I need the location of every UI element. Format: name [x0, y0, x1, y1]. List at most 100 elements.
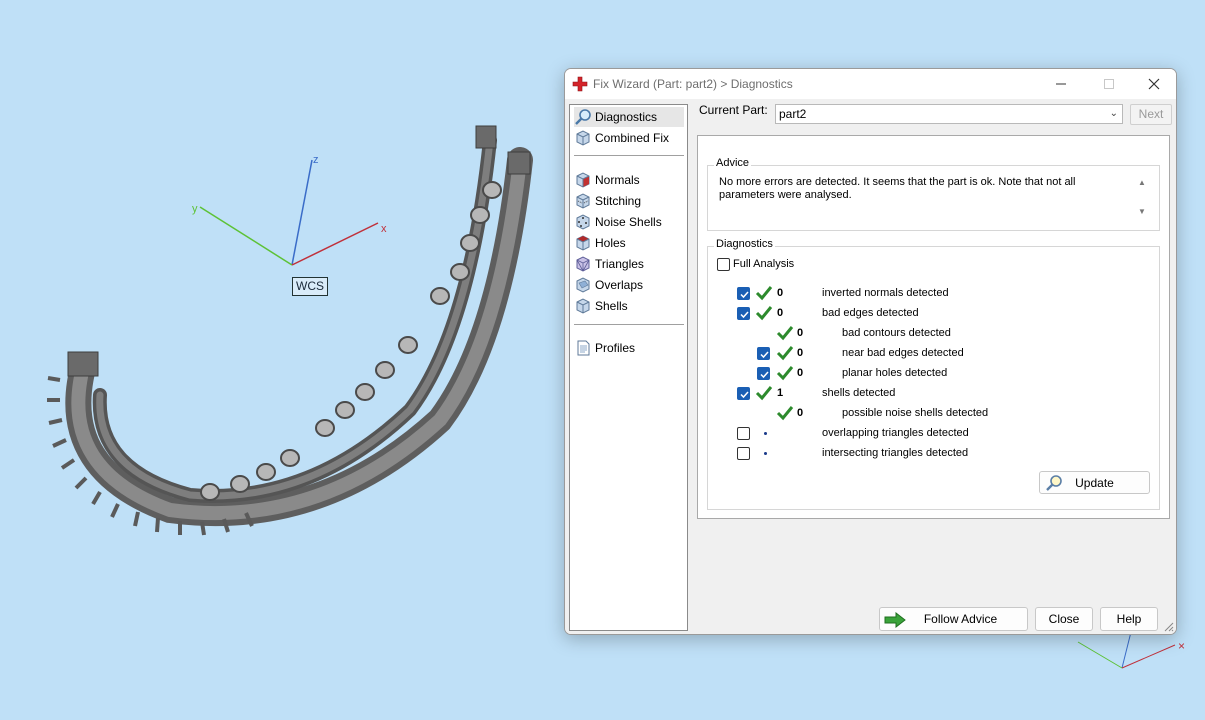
- cube-icon: [576, 130, 590, 146]
- normals-cube-icon: [576, 172, 590, 188]
- document-icon: [577, 340, 590, 356]
- holes-cube-icon: [576, 235, 590, 251]
- current-part-label: Current Part:: [699, 103, 768, 117]
- chevron-down-icon: ⌄: [1109, 108, 1118, 119]
- shells-checkbox[interactable]: [737, 387, 750, 400]
- shells-label: shells detected: [822, 387, 896, 399]
- bullet-icon: [764, 452, 767, 455]
- overlapping-triangles-label: overlapping triangles detected: [822, 427, 969, 439]
- close-window-button[interactable]: [1139, 73, 1169, 95]
- nav-item-noise-shells[interactable]: Noise Shells: [574, 212, 684, 232]
- intersecting-triangles-checkbox[interactable]: [737, 447, 750, 460]
- close-icon: [1148, 78, 1160, 90]
- check-icon: [755, 306, 773, 321]
- z-axis-line: [291, 159, 313, 266]
- full-analysis-checkbox[interactable]: [717, 258, 730, 271]
- nav-item-diagnostics[interactable]: Diagnostics: [574, 107, 684, 127]
- nav-label: Triangles: [595, 257, 644, 271]
- bullet-icon: [764, 432, 767, 435]
- magnifier-icon: [575, 109, 591, 125]
- near-bad-edges-label: near bad edges detected: [842, 347, 964, 359]
- overlaps-cube-icon: [576, 277, 590, 293]
- shells-cube-icon: [576, 298, 590, 314]
- noise-shells-count: 0: [797, 407, 804, 419]
- x-axis-label: x: [381, 223, 387, 235]
- noise-shells-label: possible noise shells detected: [842, 407, 989, 419]
- near-bad-edges-checkbox[interactable]: [757, 347, 770, 360]
- scroll-down-icon[interactable]: ▼: [1138, 207, 1146, 216]
- bad-edges-count: 0: [777, 307, 784, 319]
- bad-contours-count: 0: [797, 327, 804, 339]
- x-axis-line: [291, 222, 379, 266]
- nav-label: Shells: [595, 299, 628, 313]
- nav-label: Combined Fix: [595, 131, 670, 145]
- update-label: Update: [1075, 475, 1114, 490]
- minimize-icon: [1056, 83, 1066, 85]
- advice-text: No more errors are detected. It seems th…: [719, 176, 1076, 201]
- y-axis-line: [199, 206, 293, 266]
- red-cross-icon: [572, 76, 588, 92]
- nav-label: Holes: [595, 236, 626, 250]
- nav-item-combined-fix[interactable]: Combined Fix: [574, 128, 684, 148]
- client-area: Diagnostics Combined Fix Normals Stitchi…: [565, 99, 1176, 634]
- nav-label: Overlaps: [595, 278, 644, 292]
- minimize-button[interactable]: [1046, 73, 1076, 95]
- stitching-cube-icon: [576, 193, 590, 209]
- maximize-button[interactable]: [1094, 73, 1124, 95]
- nav-label: Noise Shells: [595, 215, 662, 229]
- fix-wizard-window: Fix Wizard (Part: part2) > Diagnostics D…: [564, 68, 1177, 635]
- nav-item-triangles[interactable]: Triangles: [574, 254, 684, 274]
- intersecting-triangles-label: intersecting triangles detected: [822, 447, 969, 459]
- nav-item-profiles[interactable]: Profiles: [574, 338, 684, 358]
- magnifier-icon: [1046, 475, 1062, 491]
- check-icon: [776, 346, 794, 361]
- next-button[interactable]: Next: [1130, 104, 1172, 125]
- check-icon: [776, 326, 794, 341]
- overlapping-triangles-checkbox[interactable]: [737, 427, 750, 440]
- inverted-normals-count: 0: [777, 287, 784, 299]
- diagnostics-panel: Advice No more errors are detected. It s…: [697, 135, 1170, 519]
- check-icon: [755, 286, 773, 301]
- check-icon: [776, 406, 794, 421]
- nav-label: Diagnostics: [595, 110, 658, 124]
- shells-count: 1: [777, 387, 784, 399]
- noise-shells-cube-icon: [576, 214, 590, 230]
- help-button[interactable]: Help: [1100, 607, 1158, 631]
- update-button[interactable]: Update: [1039, 471, 1150, 494]
- nav-item-holes[interactable]: Holes: [574, 233, 684, 253]
- diagnostics-title: Diagnostics: [714, 238, 775, 250]
- scroll-up-icon[interactable]: ▲: [1138, 178, 1146, 187]
- nav-item-overlaps[interactable]: Overlaps: [574, 275, 684, 295]
- nav-label: Normals: [595, 173, 640, 187]
- resize-grip-icon[interactable]: [1164, 622, 1174, 632]
- current-part-select[interactable]: part2 ⌄: [775, 104, 1123, 124]
- svg-text:×: ×: [1178, 639, 1185, 653]
- nav-item-stitching[interactable]: Stitching: [574, 191, 684, 211]
- green-arrow-icon: [884, 612, 906, 628]
- near-bad-edges-count: 0: [797, 347, 804, 359]
- inverted-normals-checkbox[interactable]: [737, 287, 750, 300]
- nav-item-shells[interactable]: Shells: [574, 296, 684, 316]
- planar-holes-count: 0: [797, 367, 804, 379]
- check-icon: [755, 386, 773, 401]
- triangles-cube-icon: [576, 256, 590, 272]
- follow-advice-label: Follow Advice: [923, 612, 998, 626]
- window-title: Fix Wizard (Part: part2) > Diagnostics: [593, 77, 793, 91]
- inverted-normals-label: inverted normals detected: [822, 287, 949, 299]
- planar-holes-label: planar holes detected: [842, 367, 948, 379]
- nav-item-normals[interactable]: Normals: [574, 170, 684, 190]
- close-button[interactable]: Close: [1035, 607, 1093, 631]
- part2-model: [47, 125, 533, 536]
- bad-edges-label: bad edges detected: [822, 307, 919, 319]
- wizard-nav: Diagnostics Combined Fix Normals Stitchi…: [569, 104, 688, 631]
- bad-edges-checkbox[interactable]: [737, 307, 750, 320]
- follow-advice-button[interactable]: Follow Advice: [879, 607, 1028, 631]
- z-axis-label: z: [313, 154, 319, 166]
- current-part-value: part2: [779, 107, 807, 121]
- full-analysis-label: Full Analysis: [733, 258, 795, 270]
- maximize-icon: [1104, 79, 1114, 89]
- title-bar[interactable]: Fix Wizard (Part: part2) > Diagnostics: [565, 69, 1176, 99]
- nav-label: Profiles: [595, 341, 636, 355]
- y-axis-label: y: [192, 203, 198, 215]
- planar-holes-checkbox[interactable]: [757, 367, 770, 380]
